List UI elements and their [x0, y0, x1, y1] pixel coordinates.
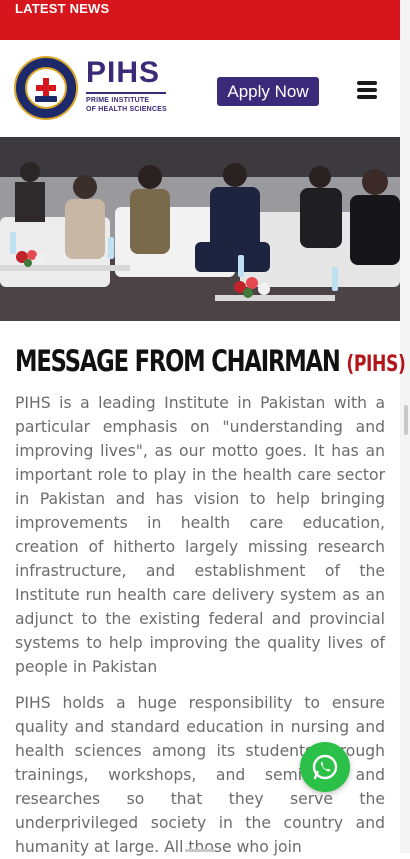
home-indicator: [185, 849, 215, 852]
brand-tagline-line-2: OF HEALTH SCIENCES: [86, 106, 167, 113]
latest-news-bar: LATEST NEWS: [0, 0, 400, 40]
whatsapp-chat-button[interactable]: [300, 742, 350, 792]
page-scrollbar-thumb[interactable]: [404, 405, 408, 435]
section-heading-accent: (PIHS): [346, 352, 406, 377]
brand-divider: [86, 92, 166, 94]
site-header: PIHS PRIME INSTITUTE OF HEALTH SCIENCES …: [0, 40, 400, 137]
brand-name: PIHS: [86, 56, 161, 89]
section-heading: MESSAGE FROM CHAIRMAN (PIHS): [15, 341, 406, 381]
message-paragraph-1: PIHS is a leading Institute in Pakistan …: [15, 394, 385, 676]
hamburger-icon[interactable]: [357, 81, 377, 99]
whatsapp-icon: [312, 754, 338, 780]
apply-now-button[interactable]: Apply Now: [217, 77, 319, 106]
section-heading-text: MESSAGE FROM CHAIRMAN: [15, 344, 341, 378]
institute-seal-icon: [14, 56, 78, 120]
hero-event-photo: [0, 137, 400, 321]
brand-tagline-line-1: PRIME INSTITUTE: [86, 97, 150, 104]
latest-news-label: LATEST NEWS: [15, 1, 110, 16]
brand-tagline: PRIME INSTITUTE OF HEALTH SCIENCES: [86, 96, 176, 114]
site-logo[interactable]: PIHS PRIME INSTITUTE OF HEALTH SCIENCES: [14, 56, 174, 122]
event-photo-illustration: [0, 137, 400, 321]
